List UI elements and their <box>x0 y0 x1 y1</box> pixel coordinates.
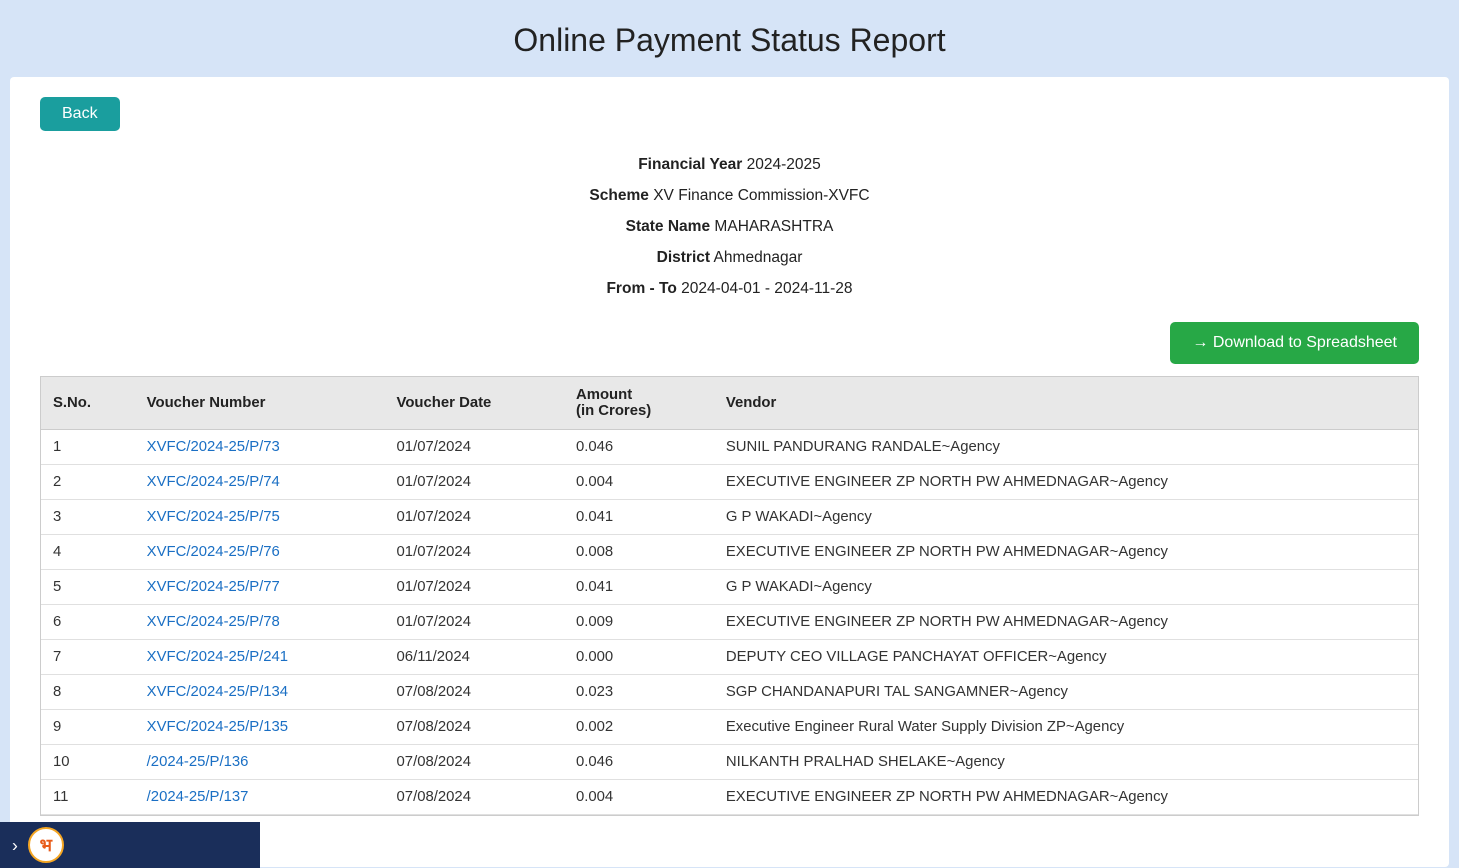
cell-vendor: EXECUTIVE ENGINEER ZP NORTH PW AHMEDNAGA… <box>714 465 1418 500</box>
cell-voucher-number[interactable]: /2024-25/P/137 <box>135 780 385 815</box>
cell-voucher-date: 01/07/2024 <box>385 535 564 570</box>
state-value: MAHARASHTRA <box>714 218 833 235</box>
cell-voucher-date: 07/08/2024 <box>385 745 564 780</box>
cell-vendor: EXECUTIVE ENGINEER ZP NORTH PW AHMEDNAGA… <box>714 605 1418 640</box>
from-to-label: From - To <box>606 280 676 297</box>
cell-amount: 0.008 <box>564 535 714 570</box>
col-vendor: Vendor <box>714 377 1418 430</box>
cell-sno: 5 <box>41 570 135 605</box>
cell-sno: 8 <box>41 675 135 710</box>
table-row: 4XVFC/2024-25/P/7601/07/20240.008EXECUTI… <box>41 535 1418 570</box>
payments-table: S.No. Voucher Number Voucher Date Amount… <box>41 377 1418 815</box>
district-label: District <box>657 249 710 266</box>
cell-sno: 4 <box>41 535 135 570</box>
cell-voucher-date: 01/07/2024 <box>385 430 564 465</box>
district-row: District Ahmednagar <box>40 242 1419 273</box>
bottom-bar: › भ <box>0 822 260 868</box>
cell-sno: 3 <box>41 500 135 535</box>
table-row: 6XVFC/2024-25/P/7801/07/20240.009EXECUTI… <box>41 605 1418 640</box>
cell-voucher-number[interactable]: XVFC/2024-25/P/77 <box>135 570 385 605</box>
cell-vendor: DEPUTY CEO VILLAGE PANCHAYAT OFFICER~Age… <box>714 640 1418 675</box>
cell-voucher-number[interactable]: XVFC/2024-25/P/135 <box>135 710 385 745</box>
from-to-value: 2024-04-01 - 2024-11-28 <box>681 280 852 297</box>
bhasini-logo: भ <box>28 827 64 863</box>
cell-vendor: SGP CHANDANAPURI TAL SANGAMNER~Agency <box>714 675 1418 710</box>
scheme-row: Scheme XV Finance Commission-XVFC <box>40 180 1419 211</box>
cell-sno: 10 <box>41 745 135 780</box>
cell-voucher-date: 07/08/2024 <box>385 675 564 710</box>
table-row: 1XVFC/2024-25/P/7301/07/20240.046SUNIL P… <box>41 430 1418 465</box>
cell-sno: 2 <box>41 465 135 500</box>
cell-voucher-number[interactable]: XVFC/2024-25/P/78 <box>135 605 385 640</box>
col-voucher-date: Voucher Date <box>385 377 564 430</box>
cell-voucher-date: 01/07/2024 <box>385 465 564 500</box>
cell-vendor: SUNIL PANDURANG RANDALE~Agency <box>714 430 1418 465</box>
cell-vendor: G P WAKADI~Agency <box>714 500 1418 535</box>
state-row: State Name MAHARASHTRA <box>40 211 1419 242</box>
cell-voucher-number[interactable]: XVFC/2024-25/P/76 <box>135 535 385 570</box>
cell-voucher-date: 01/07/2024 <box>385 570 564 605</box>
chevron-icon: › <box>12 835 18 856</box>
download-spreadsheet-button[interactable]: → Download to Spreadsheet <box>1170 322 1419 364</box>
from-to-row: From - To 2024-04-01 - 2024-11-28 <box>40 273 1419 304</box>
cell-voucher-date: 01/07/2024 <box>385 605 564 640</box>
table-row: 8XVFC/2024-25/P/13407/08/20240.023SGP CH… <box>41 675 1418 710</box>
cell-amount: 0.004 <box>564 780 714 815</box>
cell-voucher-date: 07/08/2024 <box>385 710 564 745</box>
cell-vendor: G P WAKADI~Agency <box>714 570 1418 605</box>
cell-sno: 1 <box>41 430 135 465</box>
financial-year-label: Financial Year <box>638 156 742 173</box>
cell-sno: 7 <box>41 640 135 675</box>
table-row: 5XVFC/2024-25/P/7701/07/20240.041G P WAK… <box>41 570 1418 605</box>
cell-voucher-date: 07/08/2024 <box>385 780 564 815</box>
col-amount: Amount(in Crores) <box>564 377 714 430</box>
table-row: 7XVFC/2024-25/P/24106/11/20240.000DEPUTY… <box>41 640 1418 675</box>
table-row: 10/2024-25/P/13607/08/20240.046NILKANTH … <box>41 745 1418 780</box>
cell-voucher-number[interactable]: XVFC/2024-25/P/241 <box>135 640 385 675</box>
cell-sno: 6 <box>41 605 135 640</box>
financial-year-row: Financial Year 2024-2025 <box>40 149 1419 180</box>
cell-amount: 0.009 <box>564 605 714 640</box>
scheme-label: Scheme <box>589 187 649 204</box>
cell-vendor: EXECUTIVE ENGINEER ZP NORTH PW AHMEDNAGA… <box>714 780 1418 815</box>
cell-amount: 0.004 <box>564 465 714 500</box>
report-info: Financial Year 2024-2025 Scheme XV Finan… <box>40 149 1419 304</box>
cell-voucher-number[interactable]: XVFC/2024-25/P/134 <box>135 675 385 710</box>
cell-vendor: NILKANTH PRALHAD SHELAKE~Agency <box>714 745 1418 780</box>
cell-vendor: EXECUTIVE ENGINEER ZP NORTH PW AHMEDNAGA… <box>714 535 1418 570</box>
cell-sno: 11 <box>41 780 135 815</box>
table-row: 2XVFC/2024-25/P/7401/07/20240.004EXECUTI… <box>41 465 1418 500</box>
table-header-row: S.No. Voucher Number Voucher Date Amount… <box>41 377 1418 430</box>
table-row: 11/2024-25/P/13707/08/20240.004EXECUTIVE… <box>41 780 1418 815</box>
cell-voucher-date: 06/11/2024 <box>385 640 564 675</box>
district-value: Ahmednagar <box>714 249 803 266</box>
table-row: 9XVFC/2024-25/P/13507/08/20240.002Execut… <box>41 710 1418 745</box>
col-sno: S.No. <box>41 377 135 430</box>
cell-amount: 0.041 <box>564 570 714 605</box>
cell-voucher-number[interactable]: /2024-25/P/136 <box>135 745 385 780</box>
cell-amount: 0.046 <box>564 430 714 465</box>
cell-vendor: Executive Engineer Rural Water Supply Di… <box>714 710 1418 745</box>
cell-sno: 9 <box>41 710 135 745</box>
cell-amount: 0.002 <box>564 710 714 745</box>
cell-amount: 0.023 <box>564 675 714 710</box>
state-label: State Name <box>626 218 711 235</box>
cell-voucher-date: 01/07/2024 <box>385 500 564 535</box>
cell-voucher-number[interactable]: XVFC/2024-25/P/73 <box>135 430 385 465</box>
cell-amount: 0.046 <box>564 745 714 780</box>
page-title: Online Payment Status Report <box>0 22 1459 59</box>
col-voucher-number: Voucher Number <box>135 377 385 430</box>
cell-amount: 0.041 <box>564 500 714 535</box>
cell-amount: 0.000 <box>564 640 714 675</box>
scheme-value: XV Finance Commission-XVFC <box>653 187 869 204</box>
cell-voucher-number[interactable]: XVFC/2024-25/P/74 <box>135 465 385 500</box>
back-button[interactable]: Back <box>40 97 120 131</box>
financial-year-value: 2024-2025 <box>747 156 821 173</box>
table-row: 3XVFC/2024-25/P/7501/07/20240.041G P WAK… <box>41 500 1418 535</box>
payments-table-container[interactable]: S.No. Voucher Number Voucher Date Amount… <box>40 376 1419 816</box>
cell-voucher-number[interactable]: XVFC/2024-25/P/75 <box>135 500 385 535</box>
